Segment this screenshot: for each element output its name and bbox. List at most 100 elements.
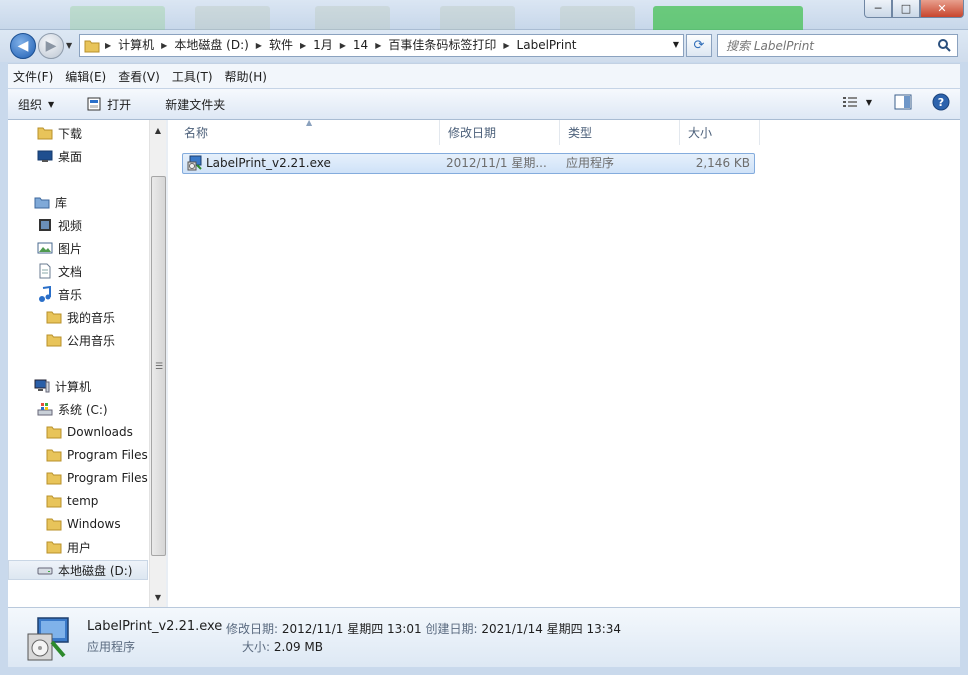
sidebar-item-label: 下载 xyxy=(58,126,83,141)
sidebar-item[interactable]: 桌面 xyxy=(37,146,82,166)
sidebar-item[interactable]: Program Files xyxy=(46,468,148,488)
details-file-name: LabelPrint_v2.21.exe xyxy=(87,619,223,634)
chevron-down-icon[interactable]: ▼ xyxy=(866,98,872,107)
menu-bar: 文件(F) 编辑(E) 查看(V) 工具(T) 帮助(H) xyxy=(8,63,960,88)
breadcrumb-labelprint[interactable]: LabelPrint xyxy=(513,35,581,56)
folder-icon xyxy=(46,424,62,440)
sidebar-item[interactable]: temp xyxy=(46,491,98,511)
scroll-grip-icon: ☰ xyxy=(155,362,164,372)
organize-label: 组织 xyxy=(18,97,43,112)
background-ghost-tab xyxy=(315,6,390,32)
breadcrumb-january[interactable]: 1月 xyxy=(309,35,337,56)
folder-icon xyxy=(46,470,62,486)
column-modified-label: 修改日期 xyxy=(448,126,497,140)
pane-splitter[interactable] xyxy=(166,120,168,607)
recent-pages-dropdown[interactable]: ▼ xyxy=(66,41,72,50)
sidebar-item[interactable]: 本地磁盘 (D:) xyxy=(8,560,148,580)
breadcrumb-barcode-app[interactable]: 百事佳条码标签打印 xyxy=(384,35,500,56)
change-view-button[interactable]: ▼ xyxy=(842,95,872,109)
open-button[interactable]: 打开 xyxy=(77,92,140,116)
details-file-type: 应用程序 xyxy=(87,640,136,654)
breadcrumb-separator-icon[interactable]: ▶ xyxy=(372,41,384,50)
background-ghost-tab xyxy=(440,6,515,32)
downloads-folder-icon xyxy=(37,125,53,141)
menu-view[interactable]: 查看(V) xyxy=(113,68,165,85)
column-header-modified[interactable]: 修改日期 xyxy=(440,120,560,145)
sidebar-item-label: 音乐 xyxy=(58,287,83,302)
breadcrumb-separator-icon[interactable]: ▶ xyxy=(337,41,349,50)
file-name: LabelPrint_v2.21.exe xyxy=(206,156,331,170)
window-controls: ─ □ ✕ xyxy=(864,0,964,18)
menu-file[interactable]: 文件(F) xyxy=(8,68,58,85)
view-list-icon xyxy=(842,97,857,107)
organize-button[interactable]: 组织 ▼ xyxy=(8,92,63,116)
sidebar-item-label: Program Files xyxy=(67,471,148,485)
column-header-name[interactable]: 名称 ▲ xyxy=(176,118,440,145)
sidebar-item[interactable]: 下载 xyxy=(37,123,82,143)
new-folder-button[interactable]: 新建文件夹 xyxy=(156,92,234,116)
sidebar-item[interactable]: 计算机 xyxy=(34,376,91,396)
sidebar-item[interactable]: 公用音乐 xyxy=(46,330,115,350)
maximize-button[interactable]: □ xyxy=(892,0,920,18)
library-icon xyxy=(34,194,50,210)
sidebar-item[interactable]: Program Files xyxy=(46,445,148,465)
back-button[interactable]: ◀ xyxy=(10,33,36,59)
breadcrumb-separator-icon[interactable]: ▶ xyxy=(102,41,114,50)
column-type-label: 类型 xyxy=(568,126,593,140)
sidebar-item[interactable]: 视频 xyxy=(37,215,82,235)
sidebar-item[interactable]: 系统 (C:) xyxy=(37,399,108,419)
view-controls: ▼ ? xyxy=(830,93,950,111)
navigation-pane: 下载桌面库视频图片文档音乐我的音乐公用音乐计算机系统 (C:) Downloads… xyxy=(8,120,167,607)
menu-help[interactable]: 帮助(H) xyxy=(220,68,272,85)
scroll-down-icon[interactable]: ▼ xyxy=(150,589,166,605)
details-created-value: 2021/1/14 星期四 13:34 xyxy=(481,622,622,636)
search-input[interactable] xyxy=(718,35,928,56)
sidebar-item-label: Windows xyxy=(67,517,121,531)
sidebar-item[interactable]: 音乐 xyxy=(37,284,82,304)
search-icon[interactable] xyxy=(937,38,951,52)
column-header-size[interactable]: 大小 xyxy=(680,120,760,145)
breadcrumb-separator-icon[interactable]: ▶ xyxy=(253,41,265,50)
column-header-type[interactable]: 类型 xyxy=(560,120,680,145)
breadcrumb-drive-d[interactable]: 本地磁盘 (D:) xyxy=(170,35,252,56)
arrow-left-icon: ◀ xyxy=(17,38,29,54)
background-ghost-tab xyxy=(195,6,270,32)
chevron-down-icon[interactable]: ▼ xyxy=(673,40,679,49)
sidebar-item-label: 桌面 xyxy=(58,149,83,164)
menu-edit[interactable]: 编辑(E) xyxy=(60,68,111,85)
close-button[interactable]: ✕ xyxy=(920,0,964,18)
search-box[interactable] xyxy=(717,34,958,57)
help-button[interactable]: ? xyxy=(932,93,950,111)
table-row[interactable]: LabelPrint_v2.21.exe 2012/11/1 星期... 应用程… xyxy=(182,153,755,174)
sidebar-item-label: 计算机 xyxy=(55,379,92,394)
command-bar: 组织 ▼ 打开 新建文件夹 ▼ ? xyxy=(8,88,960,120)
breadcrumb-separator-icon[interactable]: ▶ xyxy=(158,41,170,50)
menu-tools[interactable]: 工具(T) xyxy=(167,68,218,85)
sidebar-item-label: Downloads xyxy=(67,425,133,439)
sidebar-item-label: 我的音乐 xyxy=(67,310,116,325)
breadcrumb-separator-icon[interactable]: ▶ xyxy=(500,41,512,50)
sidebar-item[interactable]: Windows xyxy=(46,514,121,534)
sidebar-item[interactable]: Downloads xyxy=(46,422,133,442)
sidebar-item-label: 图片 xyxy=(58,241,83,256)
breadcrumb-software[interactable]: 软件 xyxy=(265,35,297,56)
preview-pane-button[interactable] xyxy=(894,94,912,110)
sidebar-item-label: 文档 xyxy=(58,264,83,279)
open-label: 打开 xyxy=(107,97,132,112)
sidebar-item[interactable]: 我的音乐 xyxy=(46,307,115,327)
address-bar[interactable]: ▶ 计算机 ▶ 本地磁盘 (D:) ▶ 软件 ▶ 1月 ▶ 14 ▶ 百事佳条码… xyxy=(79,34,684,57)
sidebar-item[interactable]: 用户 xyxy=(46,537,91,557)
minimize-button[interactable]: ─ xyxy=(864,0,892,18)
breadcrumb-14[interactable]: 14 xyxy=(349,35,372,56)
sidebar-item[interactable]: 图片 xyxy=(37,238,82,258)
sidebar-item[interactable]: 库 xyxy=(34,192,67,212)
sidebar-item[interactable]: 文档 xyxy=(37,261,82,281)
breadcrumb-separator-icon[interactable]: ▶ xyxy=(297,41,309,50)
refresh-button[interactable]: ⟳ xyxy=(686,34,712,57)
forward-button[interactable]: ▶ xyxy=(38,33,64,59)
music-icon xyxy=(37,285,53,302)
breadcrumb-computer[interactable]: 计算机 xyxy=(114,35,158,56)
nav-scrollbar[interactable]: ▲ ☰ ▼ xyxy=(149,120,166,607)
scroll-up-icon[interactable]: ▲ xyxy=(150,122,166,138)
background-ghost-tab xyxy=(560,6,635,32)
